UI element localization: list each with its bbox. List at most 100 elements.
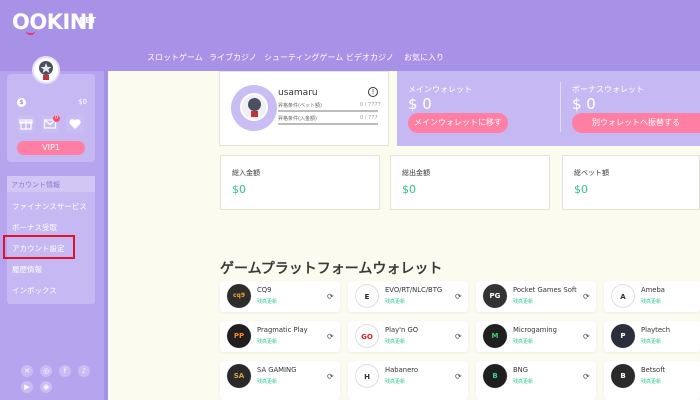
- platform-card-bng[interactable]: B BNG 残高更新 ⟳: [476, 361, 596, 400]
- deposit-requirement-label: 昇格条件(入金額): [278, 116, 317, 122]
- platform-name: Habanero: [385, 366, 419, 374]
- brand-logo-suffix: BET: [79, 16, 97, 25]
- nav-item-video-casino[interactable]: ビデオカジノ: [346, 52, 394, 63]
- coin-icon: $: [17, 98, 26, 107]
- platform-name: EVO/RT/NLC/BTG: [385, 286, 443, 294]
- nav-item-shooting[interactable]: シューティングゲーム: [264, 52, 343, 63]
- platform-name: SA GAMING: [257, 366, 297, 374]
- refresh-icon[interactable]: ⟳: [455, 332, 462, 341]
- platform-refresh-label[interactable]: 残高更新: [513, 378, 533, 385]
- platform-card-pg[interactable]: PG Pocket Games Soft 残高更新 ⟳: [476, 281, 596, 312]
- platform-refresh-label[interactable]: 残高更新: [385, 378, 405, 385]
- platform-refresh-label[interactable]: 残高更新: [641, 378, 661, 385]
- stat-title: 総ベット額: [574, 169, 609, 177]
- menu-item-inbox[interactable]: インボックス: [12, 285, 57, 296]
- account-menu-header: アカウント情報: [7, 176, 95, 192]
- heart-icon[interactable]: [66, 115, 84, 133]
- youtube-icon[interactable]: ▶: [21, 381, 33, 393]
- platform-card-pragmatic[interactable]: PP Pragmatic Play 残高更新 ⟳: [220, 321, 340, 352]
- bonus-wallet-value: $ 0: [572, 95, 596, 113]
- platform-card-microgaming[interactable]: M Microgaming 残高更新 ⟳: [476, 321, 596, 352]
- platform-refresh-label[interactable]: 残高更新: [385, 298, 405, 305]
- main-wallet-title: メインウォレット: [408, 85, 472, 94]
- pragmatic-logo-icon: PP: [227, 324, 251, 348]
- x-icon[interactable]: ✕: [21, 365, 33, 377]
- menu-item-finance[interactable]: ファイナンスサービス: [12, 201, 87, 212]
- main-nav: スロットゲーム ライブカジノ シューティングゲーム ビデオカジノ お気に入り: [0, 47, 700, 71]
- platform-refresh-label[interactable]: 残高更新: [641, 298, 661, 305]
- platform-card-sa-gaming[interactable]: SA SA GAMING 残高更新 ⟳: [220, 361, 340, 400]
- wallet-divider: [560, 82, 561, 132]
- platform-name: Pragmatic Play: [257, 326, 308, 334]
- instagram-icon[interactable]: ◎: [40, 365, 52, 377]
- tiktok-icon[interactable]: ♪: [78, 365, 90, 377]
- nav-item-favorites[interactable]: お気に入り: [404, 52, 444, 63]
- platform-card-habanero[interactable]: H Habanero 残高更新 ⟳: [348, 361, 468, 400]
- sa-gaming-logo-icon: SA: [227, 364, 251, 388]
- stat-card-bet: 総ベット額 $0: [562, 155, 700, 210]
- platform-card-cq9[interactable]: cq9 CQ9 残高更新 ⟳: [220, 281, 340, 312]
- platform-card-ameba[interactable]: A Ameba 残高更新: [604, 281, 700, 312]
- refresh-icon[interactable]: ⟳: [583, 292, 590, 301]
- platform-name: Microgaming: [513, 326, 557, 334]
- stat-title: 総入金額: [232, 169, 260, 177]
- platform-card-evo[interactable]: E EVO/RT/NLC/BTG 残高更新 ⟳: [348, 281, 468, 312]
- bet-requirement-label: 昇格条件(ベット額): [278, 103, 322, 109]
- refresh-icon[interactable]: ⟳: [583, 372, 590, 381]
- platform-card-betsoft[interactable]: B Betsoft 残高更新: [604, 361, 700, 400]
- stat-value: $0: [232, 183, 246, 196]
- sidebar-avatar[interactable]: [32, 56, 60, 84]
- bonus-wallet-title: ボーナスウォレット: [572, 85, 644, 94]
- platform-wallet-section-title: ゲームプラットフォームウォレット: [220, 261, 443, 277]
- vip-level-button[interactable]: VIP1: [17, 141, 85, 155]
- sidebar-balance-row: $ $0: [17, 98, 87, 108]
- platform-refresh-label[interactable]: 残高更新: [641, 338, 661, 345]
- pg-logo-icon: PG: [483, 284, 507, 308]
- stat-card-withdrawal: 総出金額 $0: [390, 155, 550, 210]
- platform-card-playtech[interactable]: P Playtech 残高更新: [604, 321, 700, 352]
- refresh-icon[interactable]: ⟳: [583, 332, 590, 341]
- refresh-icon[interactable]: ⟳: [327, 292, 334, 301]
- refresh-icon[interactable]: ⟳: [455, 292, 462, 301]
- sidebar-scrollbar[interactable]: [104, 71, 108, 400]
- account-settings-highlight: [3, 235, 75, 259]
- nav-item-slots[interactable]: スロットゲーム: [147, 52, 203, 63]
- gift-icon[interactable]: [17, 115, 35, 133]
- menu-item-history[interactable]: 履歴情報: [12, 264, 42, 275]
- facebook-icon[interactable]: f: [59, 365, 71, 377]
- medal-icon: [39, 61, 53, 80]
- platform-refresh-label[interactable]: 残高更新: [513, 338, 533, 345]
- platform-name: Playtech: [641, 326, 671, 334]
- nav-item-live-casino[interactable]: ライブカジノ: [209, 52, 257, 63]
- line-icon[interactable]: ◉: [40, 381, 52, 393]
- platform-card-playngo[interactable]: GO Play'n GO 残高更新 ⟳: [348, 321, 468, 352]
- profile-username: usamaru: [278, 88, 318, 98]
- platform-name: Pocket Games Soft: [513, 286, 577, 294]
- platform-refresh-label[interactable]: 残高更新: [257, 298, 277, 305]
- platform-name: CQ9: [257, 286, 272, 294]
- deposit-requirement-value: 0 / 777: [360, 115, 378, 121]
- logo-smile-mark: [26, 31, 35, 35]
- platform-refresh-label[interactable]: 残高更新: [257, 378, 277, 385]
- bng-logo-icon: B: [483, 364, 507, 388]
- refresh-icon[interactable]: ⟳: [455, 372, 462, 381]
- platform-refresh-label[interactable]: 残高更新: [513, 298, 533, 305]
- platform-name: BNG: [513, 366, 529, 374]
- profile-avatar[interactable]: [231, 85, 277, 131]
- refresh-icon[interactable]: ⟳: [327, 372, 334, 381]
- playtech-logo-icon: P: [611, 324, 635, 348]
- info-icon[interactable]: !: [368, 87, 378, 97]
- platform-refresh-label[interactable]: 残高更新: [385, 338, 405, 345]
- platform-refresh-label[interactable]: 残高更新: [257, 338, 277, 345]
- deposit-progress-bar: [278, 123, 378, 125]
- playngo-logo-icon: GO: [355, 324, 379, 348]
- bet-progress-bar: [278, 110, 378, 112]
- transfer-wallet-button[interactable]: 別ウォレットへ振替する: [572, 113, 700, 133]
- mail-badge: 0: [53, 115, 60, 122]
- refresh-icon[interactable]: ⟳: [327, 332, 334, 341]
- platform-name: Betsoft: [641, 366, 666, 374]
- stat-value: $0: [402, 183, 416, 196]
- menu-item-bonus[interactable]: ボーナス受取: [12, 222, 57, 233]
- evo-logo-icon: E: [355, 284, 379, 308]
- move-to-main-wallet-button[interactable]: メインウォレットに移す: [408, 113, 508, 133]
